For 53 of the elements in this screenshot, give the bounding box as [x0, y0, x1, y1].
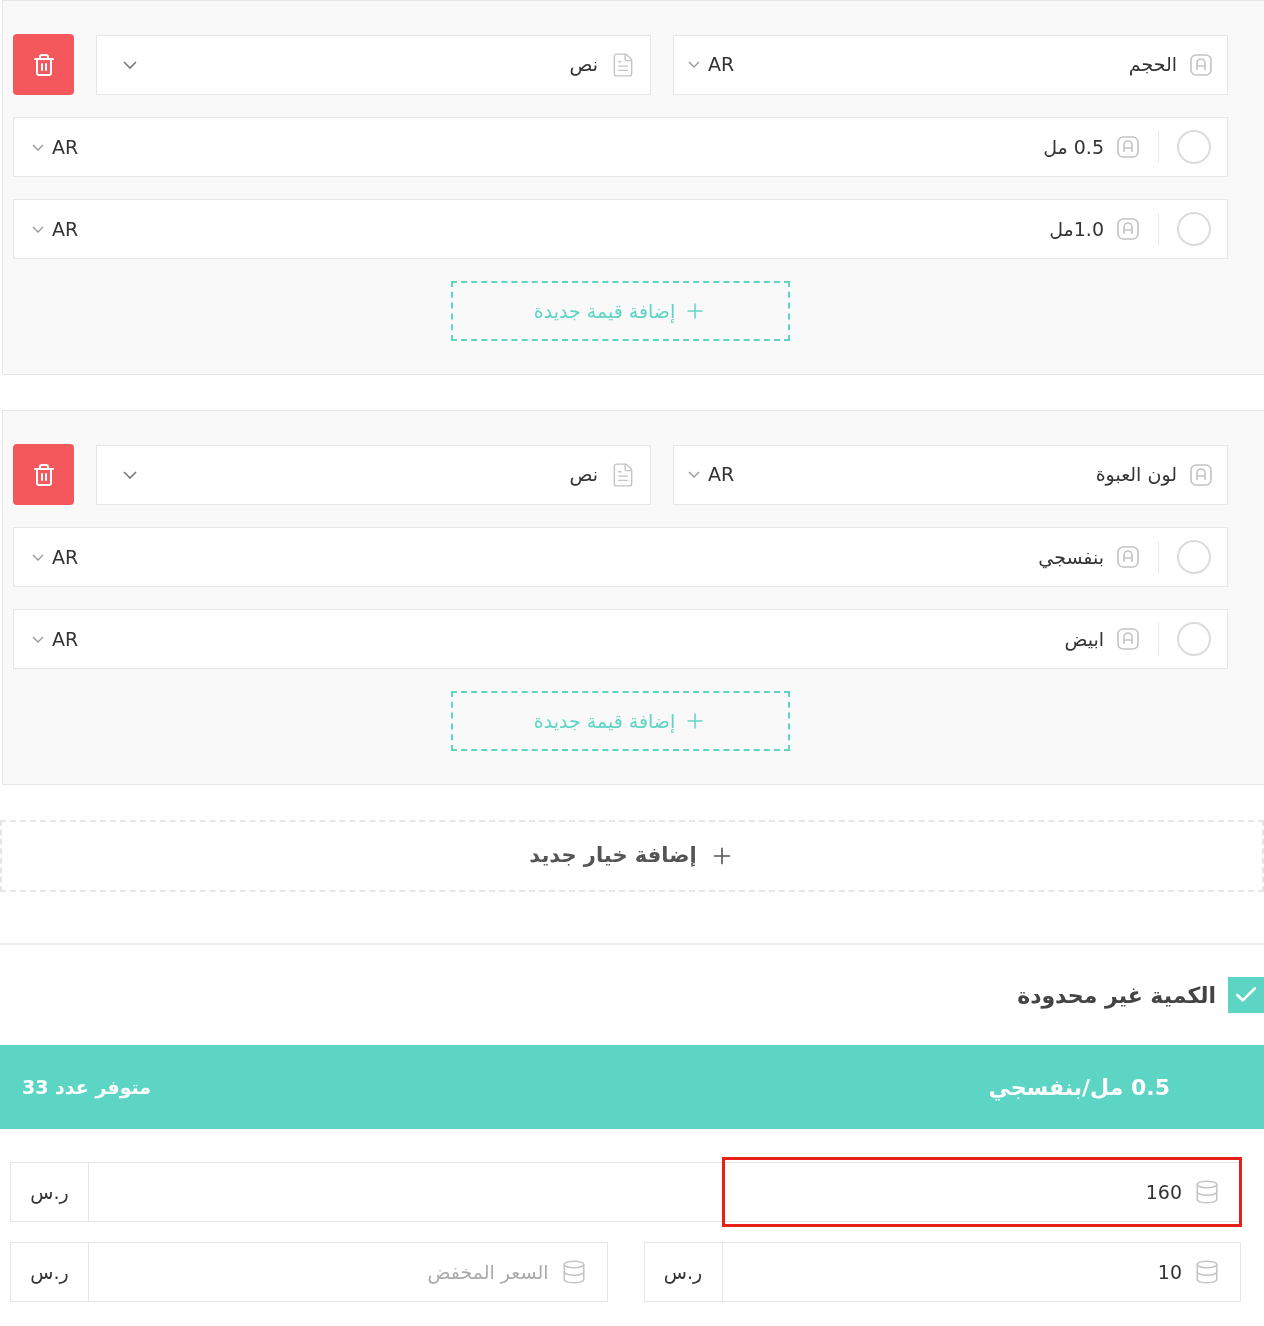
language-select[interactable]: AR: [32, 132, 79, 162]
currency-label: ر.س: [11, 1163, 89, 1221]
radio-button[interactable]: [1177, 622, 1211, 656]
language-select[interactable]: AR: [688, 50, 735, 79]
trash-icon: [31, 52, 56, 77]
coins-icon: [1194, 1259, 1220, 1285]
type-select[interactable]: نص: [96, 34, 651, 95]
currency-label: ر.س: [11, 1243, 89, 1301]
language-select[interactable]: AR: [32, 624, 79, 654]
variant-title: 0.5 مل/بنفسجي: [988, 1073, 1170, 1103]
value-label: 1.0مل: [1049, 216, 1104, 242]
coins-icon: [1194, 1179, 1220, 1205]
option-name: الحجم: [1128, 52, 1177, 78]
chevron-down-icon: [688, 61, 700, 68]
language-select[interactable]: AR: [32, 214, 79, 244]
delete-button[interactable]: [13, 444, 74, 505]
delete-button[interactable]: [13, 34, 74, 95]
value-label: ابيض: [1064, 626, 1104, 653]
language-select[interactable]: AR: [688, 460, 735, 489]
checkbox[interactable]: [1228, 977, 1264, 1013]
chevron-down-icon: [123, 60, 137, 69]
text-field-icon: [1116, 217, 1140, 241]
currency-label: ر.س: [644, 1243, 723, 1301]
type-select[interactable]: نص: [96, 444, 651, 505]
text-field-icon: [1116, 627, 1140, 651]
value-label: 0.5 مل: [1043, 134, 1104, 160]
add-option-button[interactable]: إضافة خيار جديد: [0, 820, 1264, 892]
radio-button[interactable]: [1177, 212, 1211, 246]
text-field-icon: [1116, 545, 1140, 569]
radio-button[interactable]: [1177, 130, 1211, 164]
type-value: نص: [569, 52, 598, 78]
radio-button[interactable]: [1177, 540, 1211, 574]
trash-icon: [31, 462, 56, 487]
chevron-down-icon: [32, 143, 44, 151]
chevron-down-icon: [688, 471, 700, 478]
price-field[interactable]: السعر المخفض ر.س: [10, 1242, 608, 1302]
chevron-down-icon: [123, 470, 137, 479]
coins-icon: [560, 1259, 587, 1285]
option-name: لون العبوة: [1095, 462, 1177, 488]
price-value: 160: [1145, 1179, 1182, 1205]
value-label: بنفسجي: [1038, 544, 1104, 571]
language-select[interactable]: AR: [32, 542, 79, 572]
type-value: نص: [569, 462, 598, 488]
text-field-icon: [1189, 462, 1213, 487]
stock-count: متوفر عدد 33: [22, 1074, 152, 1101]
text-field-icon: [1189, 52, 1213, 77]
chevron-down-icon: [32, 553, 44, 561]
chevron-down-icon: [32, 635, 44, 643]
price-value: 10: [1157, 1259, 1182, 1285]
checkbox-label: الكمية غير محدودة: [1017, 981, 1216, 1011]
chevron-down-icon: [32, 225, 44, 233]
placeholder-text: السعر المخفض: [427, 1259, 549, 1286]
text-field-icon: [1116, 135, 1140, 159]
